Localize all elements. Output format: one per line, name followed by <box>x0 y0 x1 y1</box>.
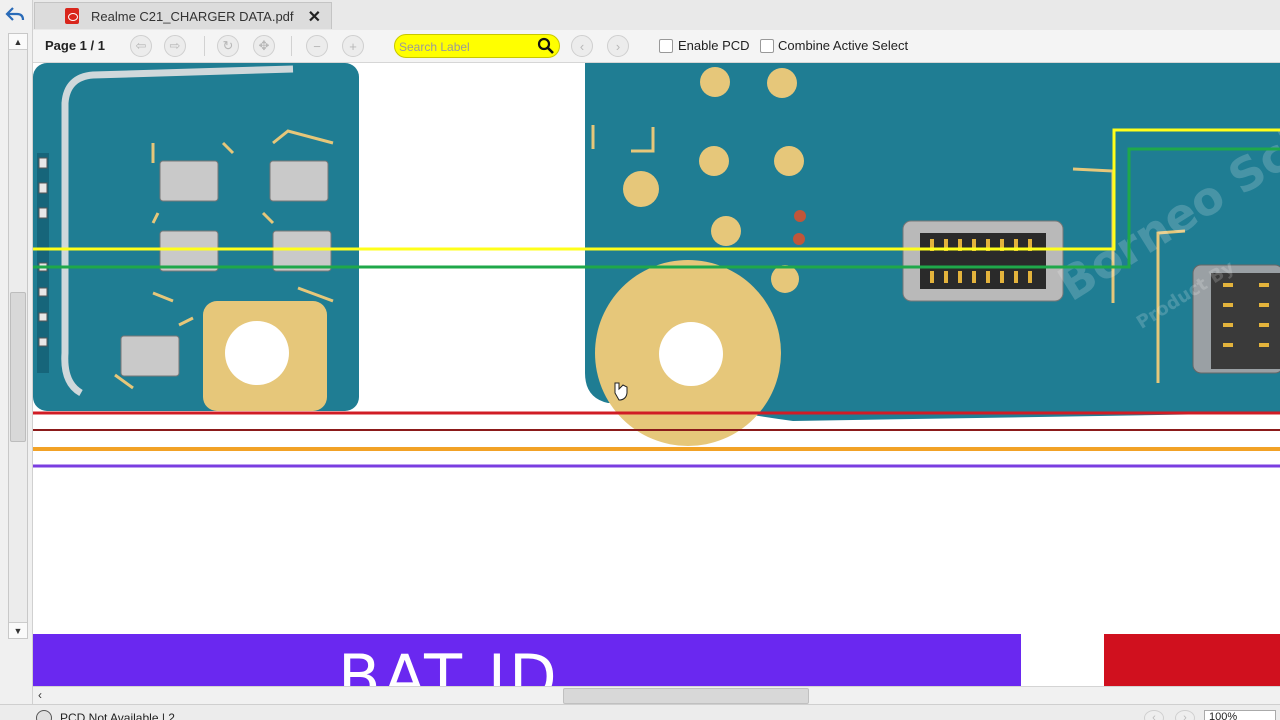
enable-pcd-label: Enable PCD <box>678 38 750 53</box>
rotate-icon[interactable]: ↻ <box>217 35 239 57</box>
next-page-icon[interactable]: ⇨ <box>164 35 186 57</box>
previous-page-icon[interactable]: ⇦ <box>130 35 152 57</box>
zoom-level[interactable]: 100% <box>1204 710 1276 720</box>
search-label-box[interactable] <box>394 34 560 58</box>
pcb-board-image: Borneo Schematics Product By <box>33 63 1280 686</box>
status-prev-icon[interactable]: ‹ <box>1144 710 1164 720</box>
horizontal-scrollbar[interactable]: ‹ <box>33 686 1280 704</box>
pdf-file-icon <box>65 8 79 24</box>
zoom-out-icon[interactable]: − <box>306 35 328 57</box>
toolbar: Page 1 / 1 ⇦ ⇨ ↻ ✥ − + ‹ › Enable PCD Co… <box>33 30 1280 63</box>
vertical-scroll-thumb[interactable] <box>10 292 26 442</box>
combine-active-select-checkbox[interactable] <box>760 39 774 53</box>
document-canvas[interactable]: Borneo Schematics Product By BAT ID <box>33 63 1280 686</box>
close-tab-icon[interactable]: ✕ <box>308 7 321 27</box>
enable-pcd-checkbox[interactable] <box>659 39 673 53</box>
search-icon[interactable] <box>537 37 555 55</box>
tab-document[interactable]: Realme C21_CHARGER DATA.pdf ✕ <box>34 2 332 29</box>
vertical-scrollbar[interactable]: ▲ ▼ <box>8 33 28 639</box>
status-text: PCD Not Available | 2 <box>60 711 175 720</box>
scroll-up-icon[interactable]: ▲ <box>9 34 27 50</box>
zoom-in-icon[interactable]: + <box>342 35 364 57</box>
net-label-bat-id-text: BAT ID <box>338 641 560 686</box>
search-input[interactable] <box>399 38 531 55</box>
horizontal-scroll-thumb[interactable] <box>563 688 809 704</box>
combine-active-select-label: Combine Active Select <box>778 38 909 53</box>
next-result-icon[interactable]: › <box>607 35 629 57</box>
status-next-icon[interactable]: › <box>1175 710 1195 720</box>
toolbar-separator <box>204 36 205 56</box>
back-icon[interactable] <box>2 3 28 27</box>
net-label-red <box>1104 634 1280 686</box>
left-strip: ▲ ▼ <box>0 0 33 720</box>
tab-title: Realme C21_CHARGER DATA.pdf <box>91 8 294 24</box>
tab-bar: Realme C21_CHARGER DATA.pdf ✕ <box>33 0 1280 30</box>
page-indicator: Page 1 / 1 <box>45 38 105 53</box>
toolbar-separator <box>291 36 292 56</box>
pdf-viewer-window: ▲ ▼ Realme C21_CHARGER DATA.pdf ✕ Page 1… <box>0 0 1280 720</box>
status-bar: PCD Not Available | 2 ‹ › 100% <box>0 704 1280 720</box>
scroll-down-icon[interactable]: ▼ <box>9 622 27 638</box>
pan-move-icon[interactable]: ✥ <box>253 35 275 57</box>
scroll-left-icon[interactable]: ‹ <box>38 688 42 702</box>
board-connector <box>902 220 1064 302</box>
pcd-status-icon <box>36 710 52 720</box>
previous-result-icon[interactable]: ‹ <box>571 35 593 57</box>
